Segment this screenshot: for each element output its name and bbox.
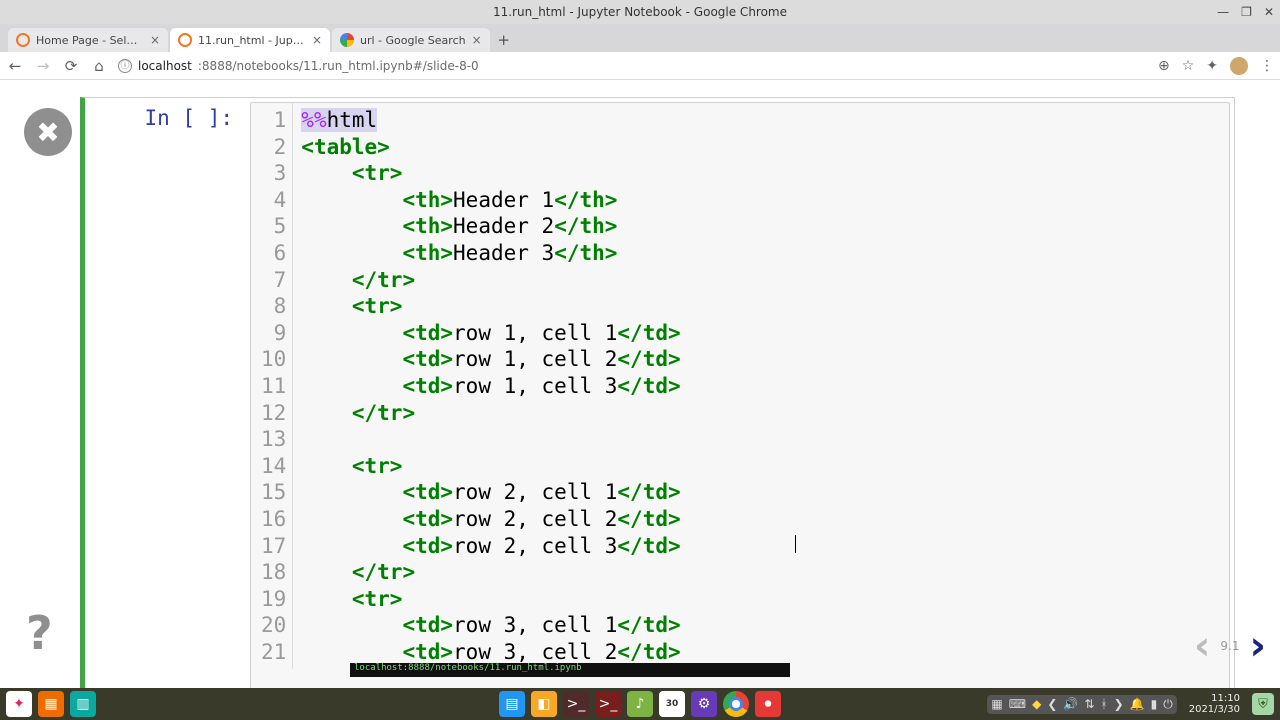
power-icon[interactable]: ⏻ [1163,697,1173,712]
bluetooth-icon[interactable]: ᚼ [1100,697,1107,711]
calendar-icon[interactable]: 30 [659,691,685,717]
window-minimize-button[interactable]: — [1217,5,1229,19]
tray-app-icon[interactable]: ▦ [991,697,1002,711]
security-shield-icon[interactable]: ⛨ [1252,693,1274,715]
tab-url-google-search[interactable]: url - Google Search × [332,28,490,52]
reload-button[interactable]: ⟳ [62,57,80,75]
back-button[interactable]: ← [6,57,24,75]
line-number-gutter: 123456789101112131415161718192021 [251,103,293,669]
chevron-right-icon[interactable]: ❯ [1114,697,1124,711]
page-content: ✖ In [ ]: 123456789101112131415161718192… [0,80,1280,688]
google-icon [340,33,354,47]
jupyter-icon [16,33,30,47]
jupyter-icon [178,33,192,47]
window-controls: — ❐ ✕ [1217,0,1274,24]
code-lines[interactable]: %%html<table> <tr> <th>Header 1</th> <th… [293,103,688,669]
bookmark-star-icon[interactable]: ☆ [1182,58,1195,74]
url-host: localhost [138,59,192,73]
taskbar-app-icon[interactable]: ▤ [499,691,525,717]
chevron-left-icon[interactable]: ❮ [1047,697,1057,711]
toolbar-right: ⊕ ☆ ✦ ⋮ [1158,57,1274,75]
tab-home-page[interactable]: Home Page - Select or cre × [8,28,168,52]
zoom-icon[interactable]: ⊕ [1158,58,1170,74]
rise-nav: ‹ 9.1 › [1194,626,1266,666]
os-taskbar: ✦ ▦ ▥ ▤ ◧ >_ >_ ♪ 30 ⚙ ⏺ ▦ ⌨ ◆ ❮ 🔊 ⇅ ᚼ ❯… [0,688,1280,720]
url-path: :8888/notebooks/11.run_html.ipynb#/slide… [198,59,479,73]
browser-tabstrip: Home Page - Select or cre × 11.run_html … [0,24,1280,52]
code-cell[interactable]: In [ ]: 12345678910111213141516171819202… [80,97,1235,690]
terminal-icon[interactable]: >_ [595,691,621,717]
clock-time: 11:10 [1189,693,1240,704]
window-title: 11.run_html - Jupyter Notebook - Google … [493,5,787,19]
site-info-icon[interactable]: ⓘ [118,59,132,73]
keyboard-icon[interactable]: ⌨ [1009,697,1026,711]
clock-date: 2021/3/30 [1189,704,1240,715]
address-bar[interactable]: ⓘ localhost :8888/notebooks/11.run_html.i… [118,59,1148,73]
window-titlebar: 11.run_html - Jupyter Notebook - Google … [0,0,1280,24]
tray-app-icon[interactable]: ◆ [1032,697,1041,711]
tab-title: 11.run_html - Jupyter Note [198,34,306,47]
terminal-icon[interactable]: >_ [563,691,589,717]
volume-icon[interactable]: 🔊 [1063,697,1078,711]
tab-title: url - Google Search [360,34,466,47]
new-tab-button[interactable]: + [492,28,516,52]
app-launcher-icon[interactable]: ✦ [6,691,32,717]
rise-slide-counter: 9.1 [1220,639,1239,653]
network-icon[interactable]: ⇅ [1084,697,1094,711]
tab-11-run-html[interactable]: 11.run_html - Jupyter Note × [170,28,330,52]
text-cursor [795,535,796,553]
forward-button[interactable]: → [34,57,52,75]
profile-avatar[interactable] [1230,57,1248,75]
tab-close-icon[interactable]: × [150,33,160,47]
rise-exit-button[interactable]: ✖ [24,108,72,156]
taskbar-clock[interactable]: 11:10 2021/3/30 [1189,693,1240,715]
tab-close-icon[interactable]: × [312,33,322,47]
extensions-icon[interactable]: ✦ [1206,58,1218,74]
battery-icon[interactable]: ▮ [1151,697,1158,711]
chrome-icon[interactable] [723,691,749,717]
notifications-icon[interactable]: 🔔 [1130,697,1145,711]
system-tray[interactable]: ▦ ⌨ ◆ ❮ 🔊 ⇅ ᚼ ❯ 🔔 ▮ ⏻ [987,695,1176,714]
background-terminal-hint: localhost:8888/notebooks/11.run_html.ipy… [350,663,790,677]
tab-title: Home Page - Select or cre [36,34,144,47]
workspace-switcher-icon[interactable]: ▦ [38,691,64,717]
rise-prev-slide-button[interactable]: ‹ [1194,626,1210,666]
music-player-icon[interactable]: ♪ [627,691,653,717]
browser-toolbar: ← → ⟳ ⌂ ⓘ localhost :8888/notebooks/11.ru… [0,52,1280,80]
home-button[interactable]: ⌂ [90,57,108,75]
browser-menu-icon[interactable]: ⋮ [1260,58,1274,74]
window-close-button[interactable]: ✕ [1264,5,1274,19]
file-manager-icon[interactable]: ▥ [70,691,96,717]
input-prompt: In [ ]: [85,106,245,130]
tab-close-icon[interactable]: × [472,33,482,47]
screen-recorder-icon[interactable]: ⏺ [755,691,781,717]
close-icon: ✖ [36,116,59,149]
window-maximize-button[interactable]: ❐ [1241,5,1252,19]
taskbar-app-icon[interactable]: ◧ [531,691,557,717]
rise-next-slide-button[interactable]: › [1250,626,1266,666]
code-editor[interactable]: 123456789101112131415161718192021 %%html… [250,102,1230,694]
rise-help-button[interactable]: ? [26,606,53,660]
calendar-day: 30 [666,700,679,709]
settings-icon[interactable]: ⚙ [691,691,717,717]
